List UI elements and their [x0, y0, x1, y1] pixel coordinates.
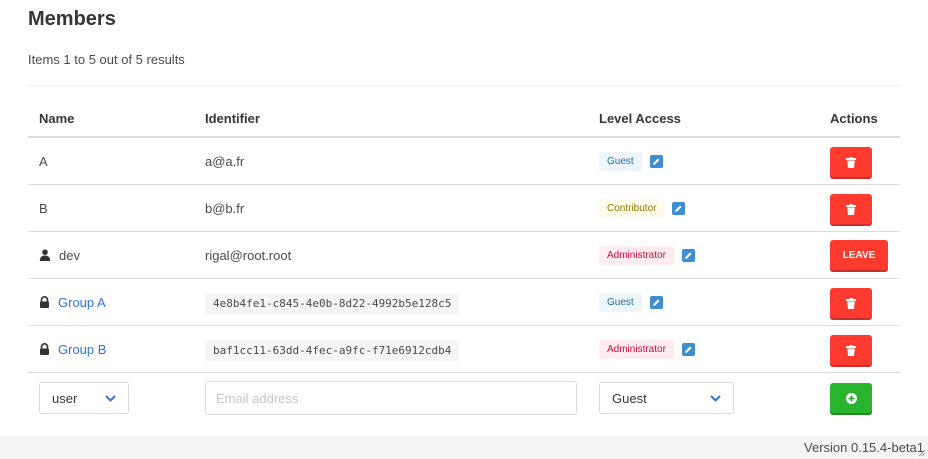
lock-icon — [40, 296, 49, 308]
edit-icon[interactable] — [672, 201, 686, 215]
email-input[interactable] — [205, 381, 577, 415]
table-row: Group B baf1cc11-63dd-4fec-a9fc-f71e6912… — [28, 325, 900, 373]
plus-circle-icon — [845, 392, 857, 404]
member-actions — [819, 325, 900, 373]
level-value: Guest — [612, 390, 647, 406]
member-level: Guest — [588, 137, 819, 185]
edit-icon[interactable] — [649, 154, 663, 168]
edit-icon[interactable] — [681, 342, 695, 356]
level-badge: Contributor — [599, 198, 665, 218]
edit-icon[interactable] — [681, 248, 695, 262]
header-actions: Actions — [819, 100, 900, 138]
delete-button[interactable] — [830, 335, 872, 365]
table-row: Group A 4e8b4fe1-c845-4e0b-8d22-4992b5e1… — [28, 278, 900, 326]
member-actions: LEAVE — [819, 231, 900, 279]
member-actions — [819, 278, 900, 326]
resize-grip-icon[interactable] — [916, 447, 926, 457]
header-identifier: Identifier — [194, 100, 588, 138]
level-badge: Administrator — [599, 339, 674, 359]
member-type-cell: user — [28, 373, 194, 424]
divider — [28, 85, 900, 86]
chevron-down-icon — [105, 394, 116, 402]
edit-icon[interactable] — [649, 295, 663, 309]
delete-button[interactable] — [830, 147, 872, 177]
member-level: Administrator — [588, 231, 819, 279]
delete-button[interactable] — [830, 288, 872, 318]
member-name: Group A — [28, 278, 194, 326]
trash-icon — [846, 156, 856, 168]
table-row: A a@a.fr Guest — [28, 137, 900, 185]
trash-icon — [846, 203, 856, 215]
level-badge: Guest — [599, 292, 642, 312]
results-summary: Items 1 to 5 out of 5 results — [28, 52, 185, 67]
member-identifier: baf1cc11-63dd-4fec-a9fc-f71e6912cdb4 — [194, 325, 588, 373]
chevron-down-icon — [710, 394, 721, 402]
member-name: Group B — [28, 325, 194, 373]
member-identifier: a@a.fr — [194, 137, 588, 185]
group-link[interactable]: Group B — [58, 342, 106, 357]
table-row: B b@b.fr Contributor — [28, 184, 900, 232]
member-type-value: user — [52, 390, 78, 406]
member-identifier: b@b.fr — [194, 184, 588, 232]
lock-icon — [40, 343, 49, 355]
member-level: Contributor — [588, 184, 819, 232]
header-level: Level Access — [588, 100, 819, 138]
member-name-text: B — [39, 200, 48, 216]
delete-button[interactable] — [830, 194, 872, 224]
member-type-select[interactable]: user — [39, 382, 129, 414]
members-table: Name Identifier Level Access Actions A a… — [28, 100, 900, 423]
member-name: A — [28, 137, 194, 185]
members-page: Members Items 1 to 5 out of 5 results Na… — [0, 0, 928, 436]
version-label: Version 0.15.4-beta1 — [804, 440, 924, 455]
trash-icon — [846, 297, 856, 309]
member-name: dev — [28, 231, 194, 279]
group-link[interactable]: Group A — [58, 295, 106, 310]
member-name-text: dev — [59, 247, 80, 263]
user-icon — [39, 249, 51, 261]
group-id: baf1cc11-63dd-4fec-a9fc-f71e6912cdb4 — [205, 339, 460, 361]
member-level: Guest — [588, 278, 819, 326]
member-actions — [819, 184, 900, 232]
trash-icon — [846, 344, 856, 356]
member-actions — [819, 137, 900, 185]
member-identifier: rigal@root.root — [194, 231, 588, 279]
member-name: B — [28, 184, 194, 232]
member-identifier: 4e8b4fe1-c845-4e0b-8d22-4992b5e128c5 — [194, 278, 588, 326]
member-name-text: A — [39, 153, 48, 169]
level-badge: Administrator — [599, 245, 674, 265]
email-cell — [194, 373, 588, 424]
table-row: dev rigal@root.root Administrator LEAVE — [28, 231, 900, 279]
table-header-row: Name Identifier Level Access Actions — [28, 100, 900, 138]
footer: Version 0.15.4-beta1 — [0, 436, 928, 459]
level-select[interactable]: Guest — [599, 382, 734, 414]
add-member-row: user Guest — [28, 373, 900, 424]
leave-button[interactable]: LEAVE — [830, 240, 888, 270]
add-cell — [819, 373, 900, 424]
member-level: Administrator — [588, 325, 819, 373]
add-member-button[interactable] — [830, 383, 872, 413]
level-badge: Guest — [599, 151, 642, 171]
page-title: Members — [28, 8, 116, 30]
level-cell: Guest — [588, 373, 819, 424]
group-id: 4e8b4fe1-c845-4e0b-8d22-4992b5e128c5 — [205, 292, 460, 314]
header-name: Name — [28, 100, 194, 138]
